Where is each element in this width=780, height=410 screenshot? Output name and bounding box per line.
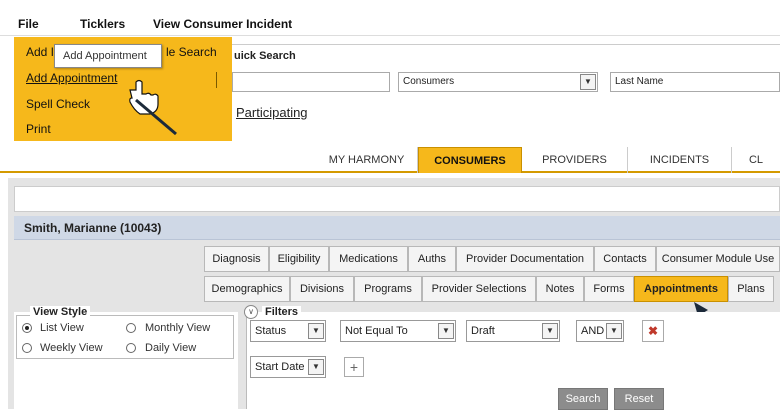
subtab-notes[interactable]: Notes bbox=[536, 276, 584, 302]
filter-field-2-select[interactable]: Start Date ▼ bbox=[250, 356, 326, 378]
annotation-arrow-icon bbox=[129, 79, 177, 136]
consumers-select[interactable]: Consumers ▼ bbox=[398, 72, 598, 92]
chevron-down-icon: ▼ bbox=[542, 323, 558, 339]
filter-value-select[interactable]: Draft ▼ bbox=[466, 320, 560, 342]
filter-field-select[interactable]: Status ▼ bbox=[250, 320, 326, 342]
filters-legend: Filters bbox=[262, 306, 302, 318]
search-button[interactable]: Search bbox=[558, 388, 608, 410]
subtab-provider-documentation[interactable]: Provider Documentation bbox=[456, 246, 594, 272]
last-name-select-value: Last Name bbox=[615, 76, 664, 87]
radio-list-view[interactable] bbox=[22, 323, 32, 333]
consumer-name-bar: Smith, Marianne (10043) bbox=[14, 216, 780, 240]
subtab-eligibility[interactable]: Eligibility bbox=[269, 246, 329, 272]
menu-file[interactable]: File bbox=[18, 17, 39, 31]
filter-value-value: Draft bbox=[471, 325, 495, 337]
subtab-divisions[interactable]: Divisions bbox=[290, 276, 354, 302]
dropdown-item-search-partial[interactable]: le Search bbox=[166, 45, 217, 59]
radio-monthly-view[interactable] bbox=[126, 323, 136, 333]
subtab-plans[interactable]: Plans bbox=[728, 276, 774, 302]
chevron-down-icon: ▼ bbox=[308, 323, 324, 339]
collapse-circle-icon[interactable]: ∨ bbox=[244, 305, 258, 319]
tab-my-harmony[interactable]: MY HARMONY bbox=[316, 147, 418, 173]
dropdown-item-spell-check[interactable]: Spell Check bbox=[26, 97, 90, 111]
dropdown-item-add-appointment[interactable]: Add Appointment bbox=[26, 71, 117, 85]
add-filter-button[interactable]: + bbox=[344, 357, 364, 377]
subtab-consumer-module-use[interactable]: Consumer Module Use bbox=[656, 246, 780, 272]
label-daily-view: Daily View bbox=[145, 342, 197, 354]
chevron-down-icon: ▼ bbox=[580, 74, 596, 90]
remove-filter-button[interactable]: ✖ bbox=[642, 320, 664, 342]
filter-field-2-value: Start Date bbox=[255, 361, 305, 373]
filter-field-value: Status bbox=[255, 325, 287, 337]
view-style-legend: View Style bbox=[30, 306, 91, 318]
subtab-medications[interactable]: Medications bbox=[329, 246, 408, 272]
filter-operator-value: Not Equal To bbox=[345, 325, 408, 337]
subtab-demographics[interactable]: Demographics bbox=[204, 276, 290, 302]
chevron-down-icon: ▼ bbox=[308, 359, 324, 375]
chevron-down-icon: ▼ bbox=[438, 323, 454, 339]
subtab-auths[interactable]: Auths bbox=[408, 246, 456, 272]
participating-link[interactable]: Participating bbox=[236, 105, 308, 120]
last-name-select[interactable]: Last Name bbox=[610, 72, 780, 92]
filter-join-select[interactable]: AND ▼ bbox=[576, 320, 624, 342]
quick-search-input[interactable] bbox=[232, 72, 390, 92]
tooltip: Add Appointment bbox=[54, 44, 162, 68]
filter-operator-select[interactable]: Not Equal To ▼ bbox=[340, 320, 456, 342]
dropdown-item-hidden[interactable]: Add I bbox=[26, 45, 54, 59]
label-monthly-view: Monthly View bbox=[145, 322, 211, 334]
menu-view-consumer-incident[interactable]: View Consumer Incident bbox=[153, 17, 292, 31]
subtab-contacts[interactable]: Contacts bbox=[594, 246, 656, 272]
subtab-forms[interactable]: Forms bbox=[584, 276, 634, 302]
hand-cursor-icon bbox=[129, 79, 159, 115]
subtab-provider-selections[interactable]: Provider Selections bbox=[422, 276, 536, 302]
tab-providers[interactable]: PROVIDERS bbox=[522, 147, 628, 173]
tab-incidents[interactable]: INCIDENTS bbox=[628, 147, 732, 173]
dropdown-item-print[interactable]: Print bbox=[26, 122, 51, 136]
filter-join-value: AND bbox=[581, 325, 605, 337]
tab-cl[interactable]: CL bbox=[732, 147, 780, 173]
consumers-select-value: Consumers bbox=[403, 76, 455, 87]
quick-search-legend: uick Search bbox=[232, 50, 298, 62]
radio-daily-view[interactable] bbox=[126, 343, 136, 353]
reset-button[interactable]: Reset bbox=[614, 388, 664, 410]
toolbar-strip bbox=[14, 186, 780, 212]
label-list-view: List View bbox=[40, 322, 84, 334]
subtab-diagnosis[interactable]: Diagnosis bbox=[204, 246, 269, 272]
subtab-programs[interactable]: Programs bbox=[354, 276, 422, 302]
radio-weekly-view[interactable] bbox=[22, 343, 32, 353]
menu-ticklers[interactable]: Ticklers bbox=[80, 17, 125, 31]
subtab-appointments[interactable]: Appointments bbox=[634, 276, 728, 302]
label-weekly-view: Weekly View bbox=[40, 342, 103, 354]
tab-consumers[interactable]: CONSUMERS bbox=[418, 147, 522, 173]
divider bbox=[216, 72, 217, 88]
chevron-down-icon: ▼ bbox=[606, 323, 622, 339]
